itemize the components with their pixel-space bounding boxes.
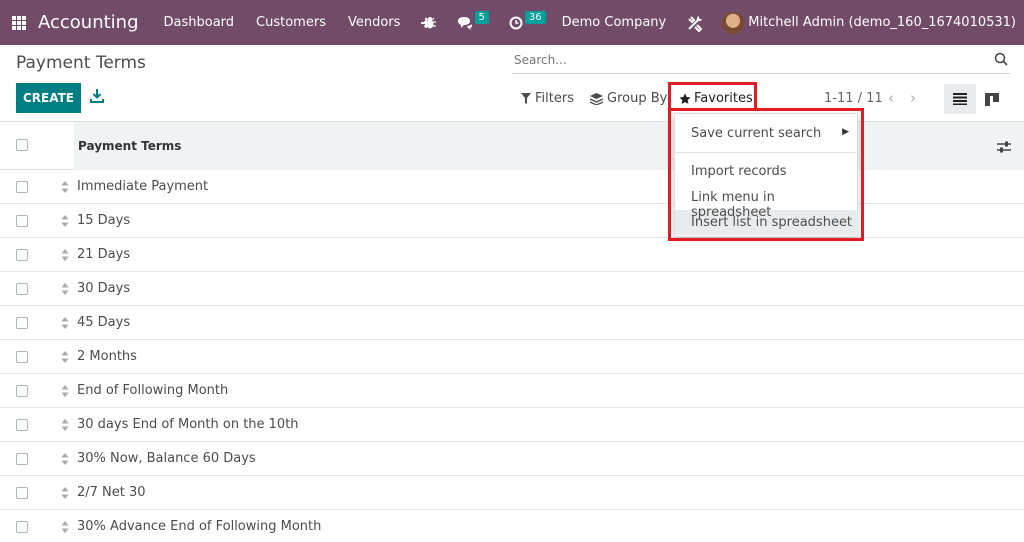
row-label: 30% Now, Balance 60 Days xyxy=(77,451,256,466)
drag-handle-icon[interactable] xyxy=(61,316,69,330)
drag-handle-icon[interactable] xyxy=(61,214,69,228)
menu-dashboard[interactable]: Dashboard xyxy=(164,15,235,30)
messages-count-badge: 5 xyxy=(474,11,489,24)
drag-handle-icon[interactable] xyxy=(61,248,69,262)
dropdown-highlight-box xyxy=(668,108,864,241)
user-menu[interactable]: Mitchell Admin (demo_160_1674010531) xyxy=(748,15,1016,30)
row-label: 15 Days xyxy=(77,213,131,228)
row-label: 2 Months xyxy=(77,349,137,364)
pager-next-icon[interactable]: › xyxy=(910,89,916,107)
search-icon[interactable] xyxy=(994,52,1008,66)
drag-handle-icon[interactable] xyxy=(61,180,69,194)
row-label: 2/7 Net 30 xyxy=(77,485,146,500)
row-checkbox[interactable] xyxy=(16,385,28,397)
row-label: 30 Days xyxy=(77,281,131,296)
row-checkbox[interactable] xyxy=(16,521,28,533)
apps-grid-icon[interactable] xyxy=(12,15,26,30)
optional-columns-icon[interactable] xyxy=(996,140,1012,154)
row-checkbox[interactable] xyxy=(16,487,28,499)
row-checkbox[interactable] xyxy=(16,283,28,295)
row-label: 21 Days xyxy=(77,247,131,262)
kanban-view-icon xyxy=(985,92,999,106)
layers-icon xyxy=(590,92,603,105)
table-row[interactable]: 15 Days xyxy=(0,204,1024,238)
row-label: 45 Days xyxy=(77,315,131,330)
column-header-payment-terms[interactable]: Payment Terms xyxy=(78,139,181,153)
table-header: Payment Terms xyxy=(0,122,1024,170)
favorites-highlight-box xyxy=(668,82,757,111)
row-checkbox[interactable] xyxy=(16,181,28,193)
pager-value[interactable]: 1-11 / 11 xyxy=(824,91,883,106)
drag-handle-icon[interactable] xyxy=(61,452,69,466)
row-label: 30% Advance End of Following Month xyxy=(77,519,322,534)
row-checkbox[interactable] xyxy=(16,317,28,329)
menu-customers[interactable]: Customers xyxy=(256,15,326,30)
search-input[interactable] xyxy=(512,48,982,72)
table-row[interactable]: 21 Days xyxy=(0,238,1024,272)
drag-handle-icon[interactable] xyxy=(61,486,69,500)
table-row[interactable]: 30 days End of Month on the 10th xyxy=(0,408,1024,442)
kanban-view-button[interactable] xyxy=(980,84,1004,114)
navbar-systray: 5 36 Demo Company Mitchell Admin (demo_1… xyxy=(413,0,1024,45)
row-label: 30 days End of Month on the 10th xyxy=(77,417,299,432)
activities-count-badge: 36 xyxy=(524,11,546,24)
table-row[interactable]: 2/7 Net 30 xyxy=(0,476,1024,510)
app-title[interactable]: Accounting xyxy=(38,12,139,33)
menu-vendors[interactable]: Vendors xyxy=(348,15,400,30)
groupby-button[interactable]: Group By xyxy=(590,91,667,106)
row-label: Immediate Payment xyxy=(77,179,209,194)
row-checkbox[interactable] xyxy=(16,249,28,261)
create-button[interactable]: CREATE xyxy=(16,83,81,113)
search-bar xyxy=(512,48,1010,74)
messages-icon[interactable]: 5 xyxy=(457,11,489,30)
filter-funnel-icon xyxy=(521,93,531,104)
table-row[interactable]: 30 Days xyxy=(0,272,1024,306)
column-header-bg xyxy=(74,122,1024,170)
drag-handle-icon[interactable] xyxy=(61,384,69,398)
table-row[interactable]: 30% Advance End of Following Month xyxy=(0,510,1024,542)
drag-handle-icon[interactable] xyxy=(61,282,69,296)
company-switcher[interactable]: Demo Company xyxy=(562,15,667,30)
filters-label: Filters xyxy=(535,91,574,106)
table-row[interactable]: 45 Days xyxy=(0,306,1024,340)
drag-handle-icon[interactable] xyxy=(61,520,69,534)
row-checkbox[interactable] xyxy=(16,419,28,431)
top-navbar: Accounting Dashboard Customers Vendors +… xyxy=(0,0,1024,45)
download-icon[interactable] xyxy=(90,88,104,104)
user-avatar[interactable] xyxy=(722,11,745,34)
tools-icon[interactable] xyxy=(686,14,704,32)
select-all-checkbox[interactable] xyxy=(16,139,28,151)
row-label: End of Following Month xyxy=(77,383,229,398)
pager-previous-icon[interactable]: ‹ xyxy=(888,89,894,107)
debug-bug-icon[interactable] xyxy=(423,16,437,30)
table-row[interactable]: 2 Months xyxy=(0,340,1024,374)
drag-handle-icon[interactable] xyxy=(61,418,69,432)
list-view-button[interactable] xyxy=(944,84,976,114)
groupby-label: Group By xyxy=(607,91,668,106)
list-view-icon xyxy=(953,93,967,105)
row-checkbox[interactable] xyxy=(16,215,28,227)
table-row[interactable]: 30% Now, Balance 60 Days xyxy=(0,442,1024,476)
activities-clock-icon[interactable]: 36 xyxy=(509,11,546,30)
row-checkbox[interactable] xyxy=(16,351,28,363)
filters-button[interactable]: Filters xyxy=(521,91,574,106)
page-title: Payment Terms xyxy=(16,53,146,73)
row-checkbox[interactable] xyxy=(16,453,28,465)
table-row[interactable]: Immediate Payment xyxy=(0,170,1024,204)
table-row[interactable]: End of Following Month xyxy=(0,374,1024,408)
drag-handle-icon[interactable] xyxy=(61,350,69,364)
